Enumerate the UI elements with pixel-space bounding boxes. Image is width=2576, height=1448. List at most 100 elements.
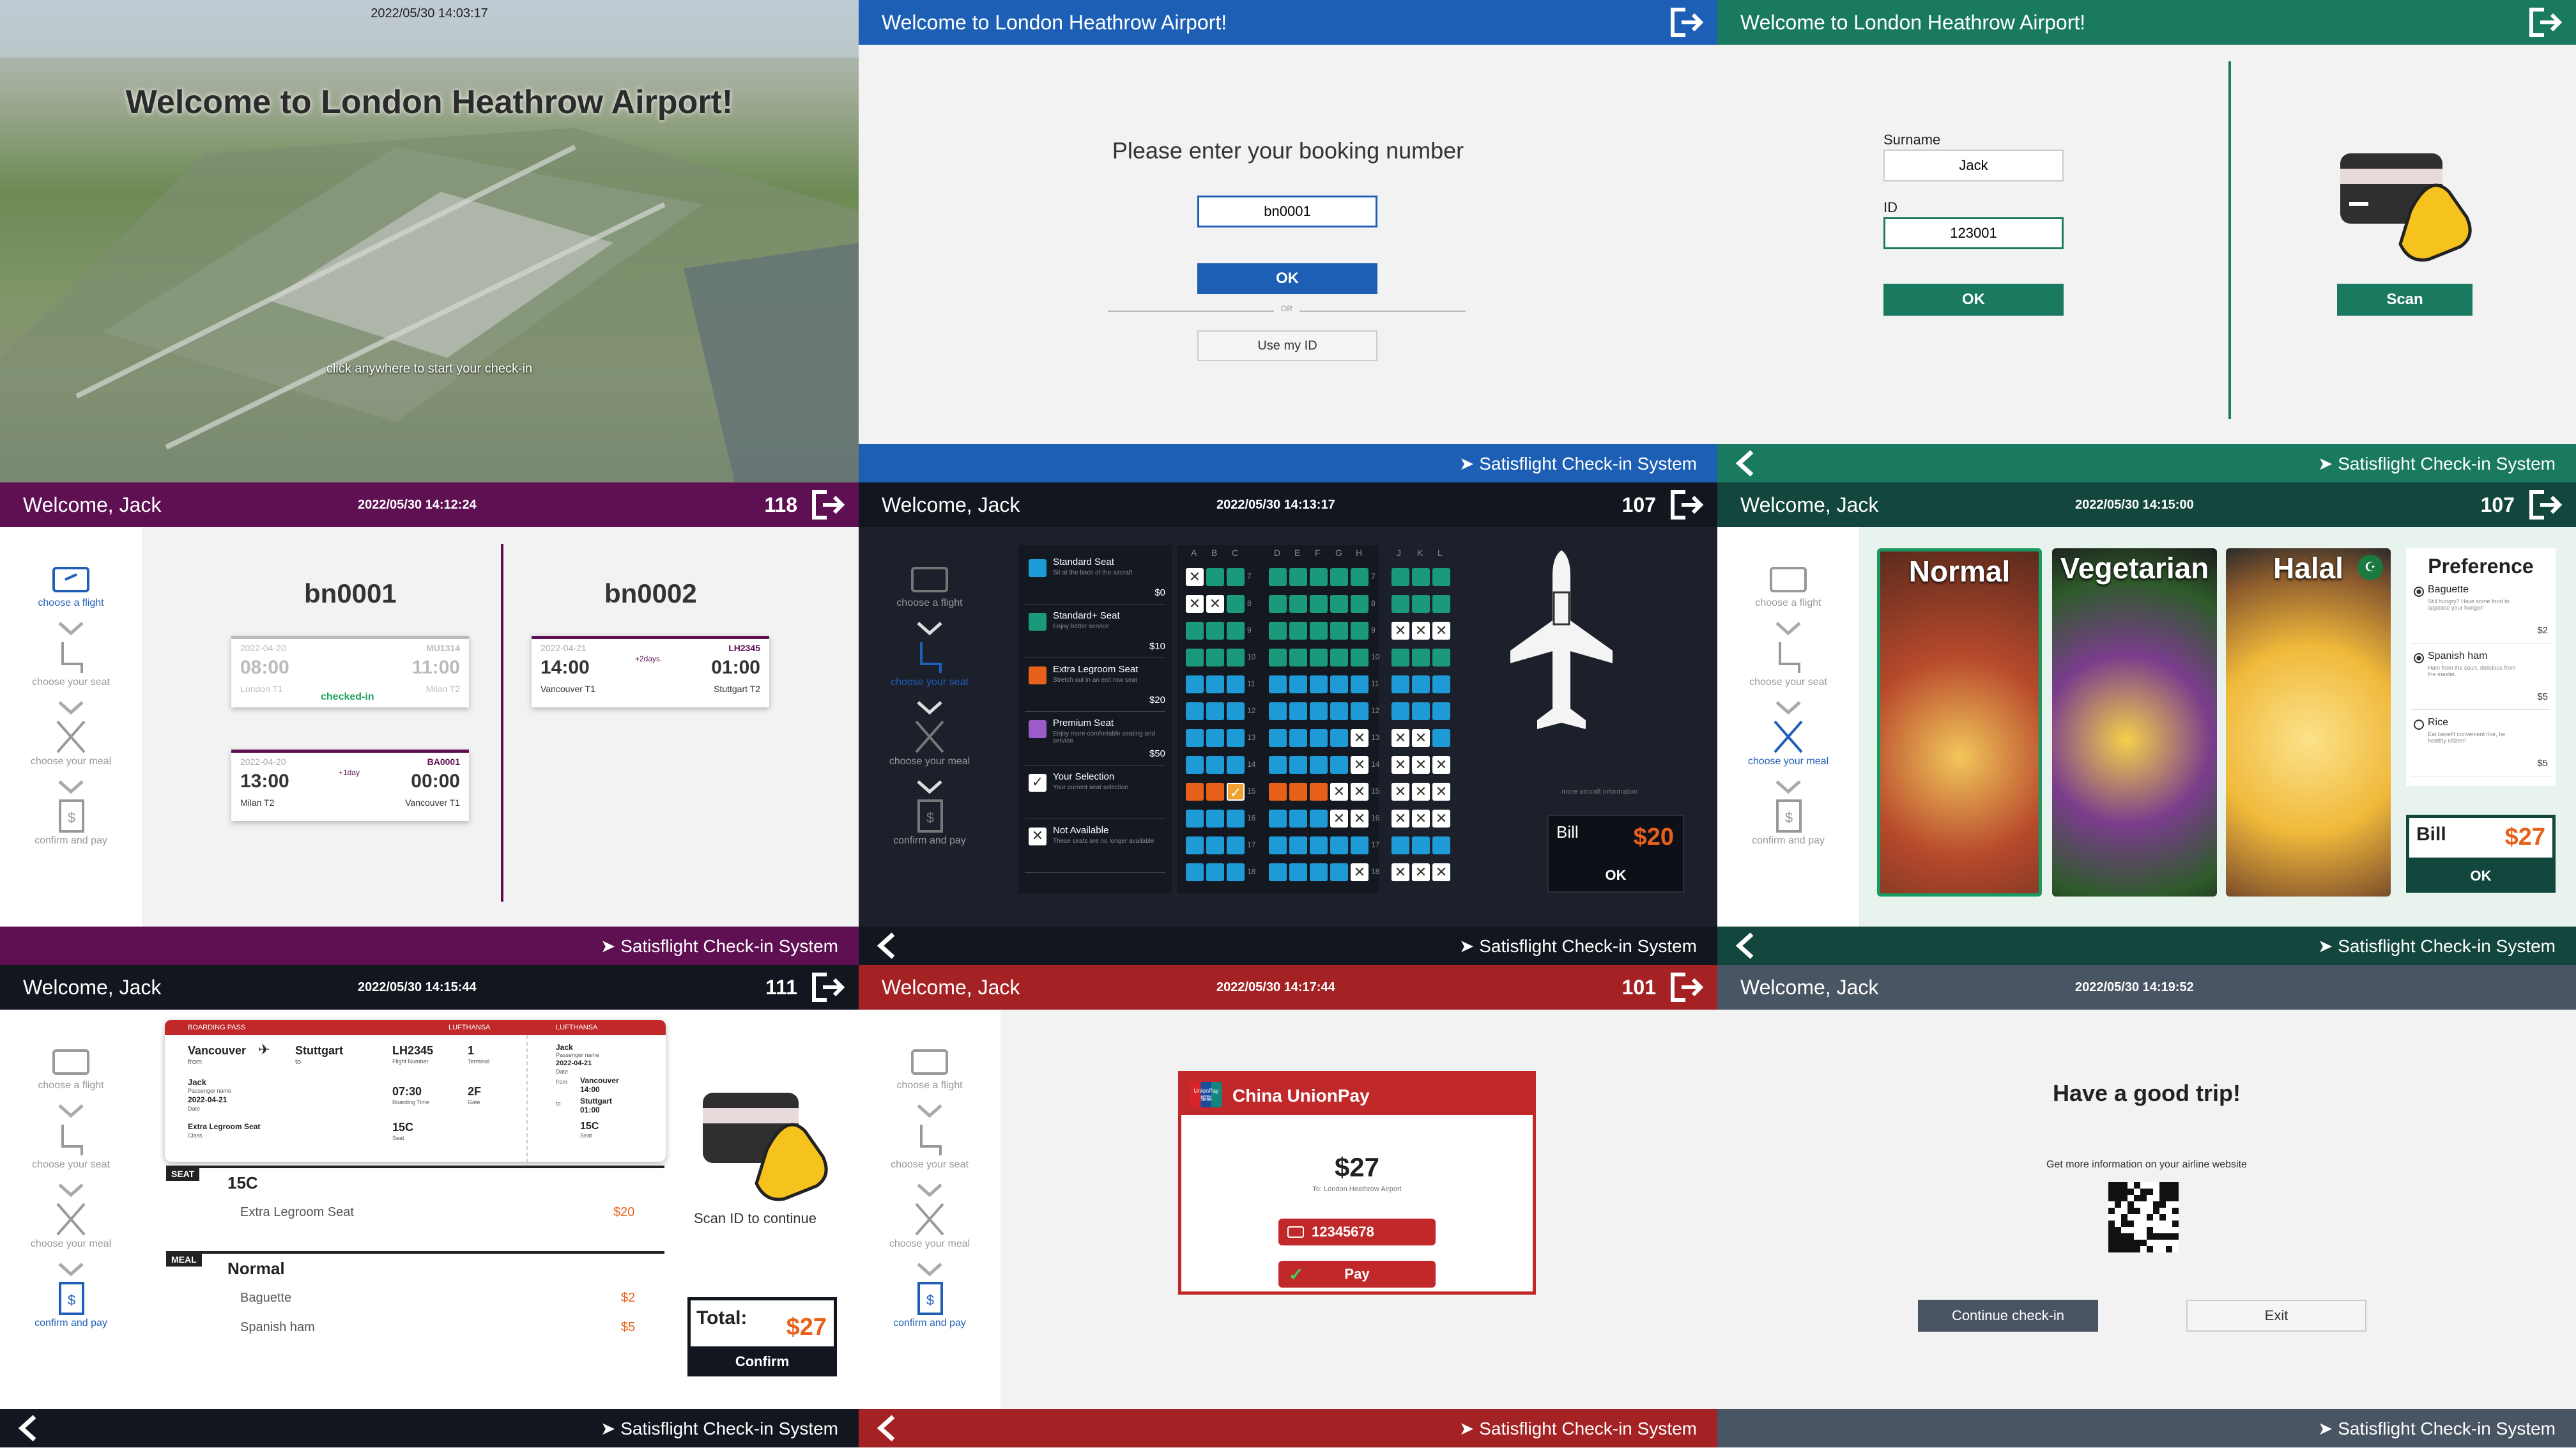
seat[interactable]: [1412, 568, 1430, 586]
step-flight[interactable]: choose a flight: [896, 1042, 963, 1112]
seat[interactable]: [1330, 756, 1348, 774]
seat[interactable]: [1186, 863, 1204, 881]
meal-option-halal[interactable]: Halal ☪: [2226, 548, 2391, 897]
seat[interactable]: [1269, 756, 1287, 774]
seat[interactable]: ✕: [1351, 810, 1368, 828]
seat[interactable]: [1310, 595, 1328, 613]
seat[interactable]: [1227, 836, 1245, 854]
seat[interactable]: [1269, 568, 1287, 586]
seat[interactable]: [1269, 863, 1287, 881]
seat[interactable]: [1351, 622, 1368, 640]
exit-icon[interactable]: [2525, 6, 2563, 39]
seat[interactable]: [1310, 622, 1328, 640]
back-arrow-icon[interactable]: [875, 1414, 897, 1442]
seat[interactable]: [1269, 783, 1287, 801]
seat[interactable]: [1310, 649, 1328, 666]
seat[interactable]: [1227, 649, 1245, 666]
flight-card[interactable]: 2022-04-20 BA0001 13:00 +1day 00:00 Mila…: [231, 750, 469, 821]
seat[interactable]: ✕: [1392, 729, 1409, 747]
seat[interactable]: [1351, 836, 1368, 854]
step-meal[interactable]: choose your meal: [31, 718, 111, 788]
seat[interactable]: [1269, 702, 1287, 720]
seat[interactable]: [1412, 836, 1430, 854]
seat[interactable]: [1206, 622, 1224, 640]
seat[interactable]: [1289, 595, 1307, 613]
seat[interactable]: [1206, 836, 1224, 854]
seat[interactable]: [1330, 622, 1348, 640]
step-meal[interactable]: choose your meal: [889, 718, 970, 788]
seat[interactable]: [1432, 836, 1450, 854]
step-meal[interactable]: choose your meal: [1748, 718, 1828, 788]
seat[interactable]: [1289, 675, 1307, 693]
seat[interactable]: [1269, 595, 1287, 613]
seat[interactable]: [1330, 863, 1348, 881]
preference-radio[interactable]: [2414, 720, 2424, 730]
seat[interactable]: [1227, 675, 1245, 693]
step-flight[interactable]: choose a flight: [38, 559, 104, 629]
seat[interactable]: ✕: [1351, 863, 1368, 881]
scan-button[interactable]: Scan: [2337, 284, 2472, 316]
seat[interactable]: [1269, 649, 1287, 666]
seat[interactable]: [1351, 675, 1368, 693]
seat[interactable]: [1227, 595, 1245, 613]
seat[interactable]: [1206, 675, 1224, 693]
seat[interactable]: [1330, 702, 1348, 720]
exit-icon[interactable]: [2525, 488, 2563, 521]
seat[interactable]: [1186, 756, 1204, 774]
seat[interactable]: [1186, 649, 1204, 666]
seat[interactable]: [1310, 863, 1328, 881]
seat[interactable]: [1206, 863, 1224, 881]
seat[interactable]: ✕: [1412, 729, 1430, 747]
seat[interactable]: [1227, 756, 1245, 774]
seat[interactable]: [1206, 729, 1224, 747]
step-pay[interactable]: $ confirm and pay: [1752, 797, 1825, 867]
continue-checkin-button[interactable]: Continue check-in: [1918, 1300, 2098, 1332]
exit-icon[interactable]: [808, 971, 846, 1004]
seat[interactable]: [1392, 702, 1409, 720]
back-arrow-icon[interactable]: [875, 932, 897, 960]
step-seat[interactable]: choose your seat: [32, 1121, 110, 1191]
seat[interactable]: ✕: [1392, 756, 1409, 774]
seat[interactable]: [1269, 836, 1287, 854]
seat[interactable]: [1289, 783, 1307, 801]
ok-button[interactable]: OK: [1549, 859, 1683, 891]
ok-button[interactable]: OK: [1883, 284, 2064, 316]
seat[interactable]: [1269, 675, 1287, 693]
back-arrow-icon[interactable]: [17, 1414, 38, 1442]
seat[interactable]: ✕: [1351, 756, 1368, 774]
booking-number-input[interactable]: bn0001: [1197, 196, 1377, 227]
seat[interactable]: [1310, 702, 1328, 720]
seat[interactable]: [1330, 595, 1348, 613]
seat[interactable]: ✕: [1412, 863, 1430, 881]
seat[interactable]: [1412, 595, 1430, 613]
seat[interactable]: [1310, 568, 1328, 586]
seat[interactable]: [1289, 568, 1307, 586]
seat[interactable]: [1206, 649, 1224, 666]
seat[interactable]: [1310, 675, 1328, 693]
seat[interactable]: [1392, 675, 1409, 693]
seat[interactable]: [1186, 675, 1204, 693]
seat[interactable]: [1432, 595, 1450, 613]
seat[interactable]: [1289, 622, 1307, 640]
seat[interactable]: ✕: [1412, 622, 1430, 640]
seat[interactable]: ✕: [1206, 595, 1224, 613]
seat[interactable]: [1351, 595, 1368, 613]
pay-button[interactable]: ✓ Pay: [1278, 1261, 1436, 1288]
step-flight[interactable]: choose a flight: [38, 1042, 104, 1112]
surname-input[interactable]: Jack: [1883, 150, 2064, 181]
seat[interactable]: [1392, 595, 1409, 613]
seat[interactable]: [1392, 649, 1409, 666]
step-pay[interactable]: $ confirm and pay: [893, 1279, 966, 1350]
seat[interactable]: ✕: [1432, 810, 1450, 828]
step-seat[interactable]: choose your seat: [32, 638, 110, 709]
id-input[interactable]: 123001: [1883, 217, 2064, 249]
seat[interactable]: [1206, 810, 1224, 828]
seat[interactable]: [1330, 729, 1348, 747]
seat[interactable]: [1269, 622, 1287, 640]
seat[interactable]: ✕: [1432, 783, 1450, 801]
ok-button[interactable]: OK: [2406, 859, 2556, 893]
seat[interactable]: ✕: [1330, 783, 1348, 801]
seat[interactable]: [1412, 702, 1430, 720]
exit-icon[interactable]: [1666, 488, 1705, 521]
seat[interactable]: [1432, 675, 1450, 693]
